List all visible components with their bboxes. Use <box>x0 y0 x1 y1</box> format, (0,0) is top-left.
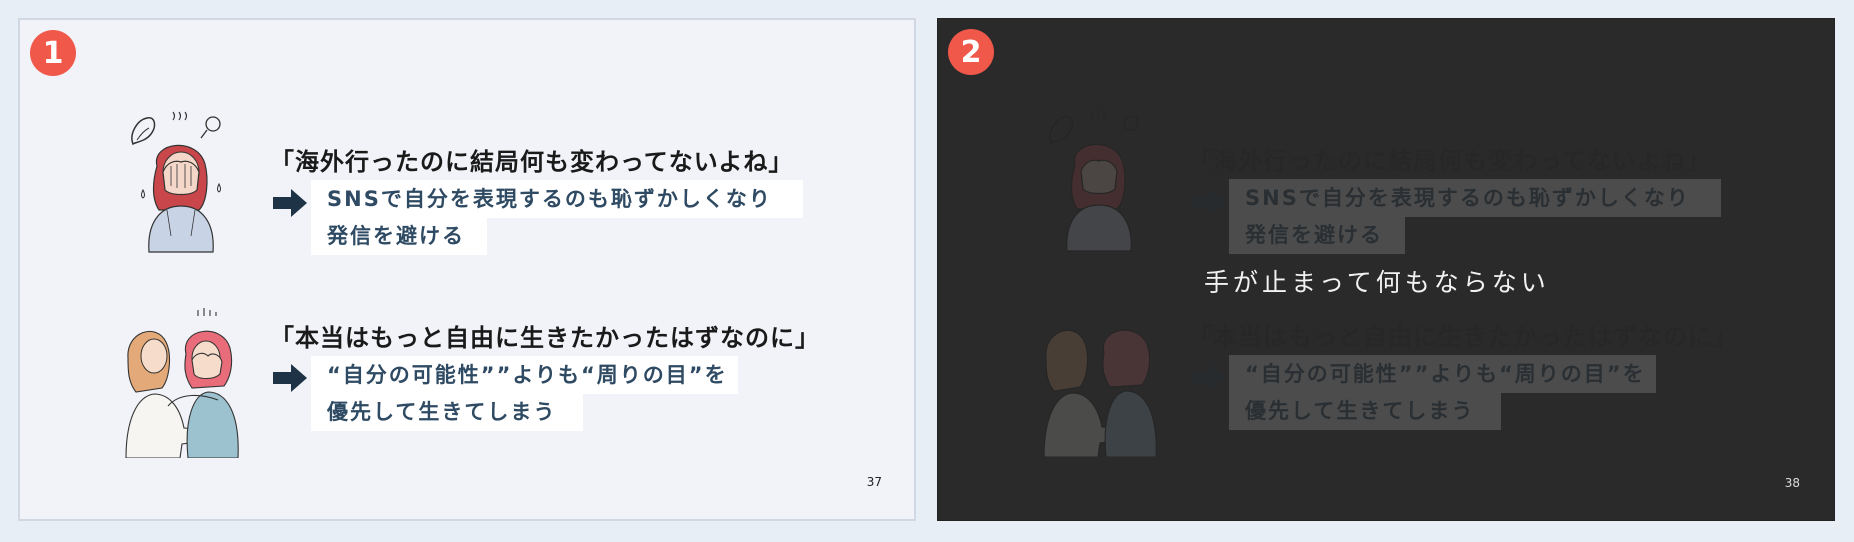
page-number: 37 <box>866 475 882 489</box>
arrow-right-icon <box>273 364 307 392</box>
arrow-right-icon <box>273 189 307 217</box>
quote-heading-1: 「海外行ったのに結局何も変わってないよね」 <box>270 148 794 176</box>
highlight-line-1a: SNSで自分を表現するのも恥ずかしくなり <box>311 180 803 218</box>
slide-38[interactable]: 2 「海外行ったのに結局何も変わってないよね」 SNSで自分を表現するのも恥ずか… <box>937 18 1835 521</box>
arrow-right-icon <box>1191 188 1225 216</box>
quote-heading-2: 「本当はもっと自由に生きたかったはずなのに」 <box>1188 323 1738 351</box>
page-number: 38 <box>1784 476 1800 490</box>
highlight-line-1b: 発信を避ける <box>1229 216 1405 254</box>
woman-covering-face-illustration <box>1049 110 1139 252</box>
slide-number-badge: 1 <box>30 30 76 76</box>
highlight-line-2a: “自分の可能性””よりも“周りの目”を <box>311 356 738 394</box>
highlight-line-1a: SNSで自分を表現するのも恥ずかしくなり <box>1229 179 1721 217</box>
slide-content: 「海外行ったのに結局何も変わってないよね」 SNSで自分を表現するのも恥ずかしく… <box>20 20 914 519</box>
quote-heading-2: 「本当はもっと自由に生きたかったはずなのに」 <box>270 324 820 352</box>
highlight-line-2b: 優先して生きてしまう <box>1229 392 1501 430</box>
overlay-caption: 手が止まって何もならない <box>1204 268 1550 297</box>
slide-37[interactable]: 1 「海外行ったのに結局何も変わってないよね」 SNSで自分を表現するのも恥ずか… <box>18 18 916 521</box>
friend-comforting-illustration <box>125 308 239 458</box>
highlight-line-2b: 優先して生きてしまう <box>311 393 583 431</box>
quote-heading-1: 「海外行ったのに結局何も変わってないよね」 <box>1188 147 1712 175</box>
highlight-line-2a: “自分の可能性””よりも“周りの目”を <box>1229 355 1656 393</box>
friend-comforting-illustration <box>1043 329 1157 457</box>
slide-number-badge: 2 <box>948 29 994 75</box>
woman-covering-face-illustration <box>131 111 221 253</box>
highlight-line-1b: 発信を避ける <box>311 217 487 255</box>
arrow-right-icon <box>1191 363 1225 391</box>
